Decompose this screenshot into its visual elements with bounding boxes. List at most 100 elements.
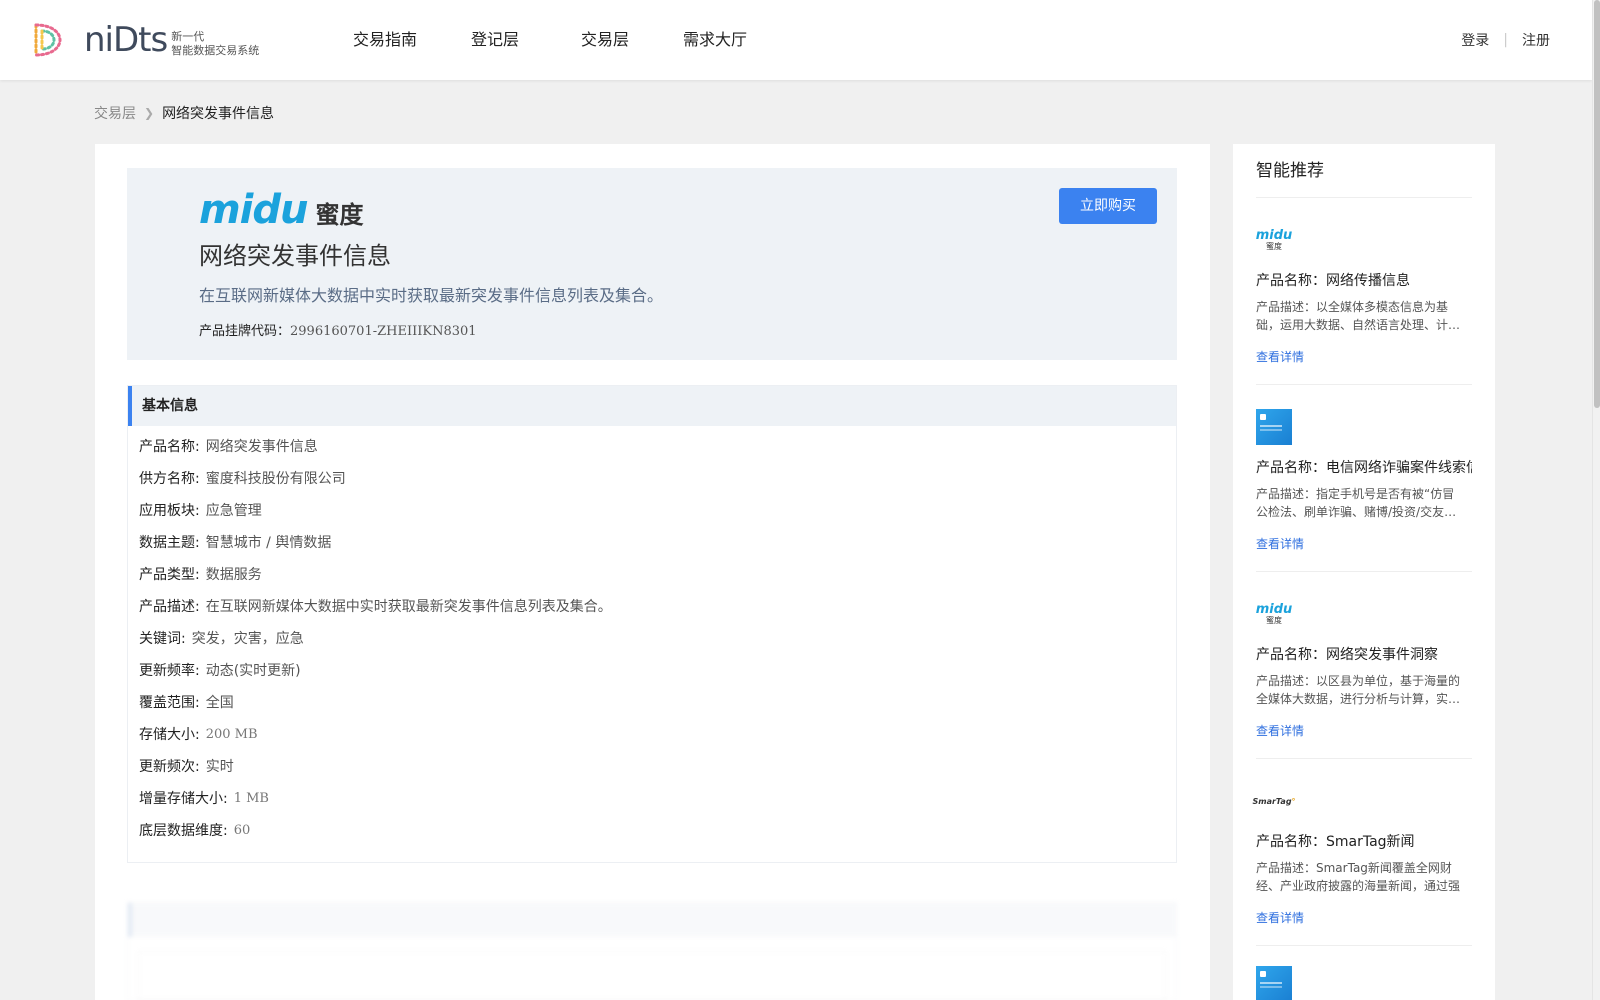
view-details-link[interactable]: 查看详情 bbox=[1256, 722, 1304, 739]
product-title: 网络突发事件信息 bbox=[199, 242, 391, 270]
info-value: 在互联网新媒体大数据中实时获取最新突发事件信息列表及集合。 bbox=[205, 599, 612, 615]
info-value: 数据服务 bbox=[205, 567, 262, 583]
info-key: 产品描述: bbox=[139, 599, 200, 615]
main-nav: 交易指南 登记层 交易层 需求大厅 bbox=[330, 0, 770, 80]
info-key: 供方名称: bbox=[139, 471, 200, 487]
info-row-application: 应用板块: 应急管理 bbox=[128, 500, 1176, 532]
basic-info-list: 产品名称: 网络突发事件信息 供方名称: 蜜度科技股份有限公司 应用板块: 应急管理 … bbox=[128, 426, 1176, 852]
recommendation-name: 产品名称：网络传播信息 bbox=[1256, 273, 1410, 289]
info-key: 产品类型: bbox=[139, 567, 200, 583]
product-detail-card: midu 蜜度 网络突发事件信息 在互联网新媒体大数据中实时获取最新突发事件信息… bbox=[95, 144, 1210, 1000]
auth-links: 登录 | 注册 bbox=[1461, 30, 1550, 50]
blue-thumbnail-icon bbox=[1256, 409, 1292, 445]
info-key: 数据主题: bbox=[139, 535, 200, 551]
nav-demand-hall[interactable]: 需求大厅 bbox=[660, 0, 770, 80]
smartag-logo-text: SmarTag° bbox=[1252, 796, 1296, 806]
blurred-section-heading bbox=[128, 903, 1176, 937]
info-key: 更新频次: bbox=[139, 759, 200, 775]
info-value: 网络突发事件信息 bbox=[205, 439, 318, 455]
provider-logo: midu 蜜度 bbox=[199, 190, 364, 230]
recommendation-item[interactable]: midu 蜜度 产品名称：网络突发事件洞察 产品描述：以区县为单位，基于海量的全… bbox=[1256, 572, 1472, 759]
blurred-section-body bbox=[138, 951, 1166, 1000]
view-details-link[interactable]: 查看详情 bbox=[1256, 909, 1304, 926]
product-hero: midu 蜜度 网络突发事件信息 在互联网新媒体大数据中实时获取最新突发事件信息… bbox=[127, 168, 1177, 360]
sidebar-title: 智能推荐 bbox=[1256, 144, 1472, 198]
info-row-incremental-size: 增量存储大小: 1 MB bbox=[128, 788, 1176, 820]
info-row-description: 产品描述: 在互联网新媒体大数据中实时获取最新突发事件信息列表及集合。 bbox=[128, 596, 1176, 628]
basic-info-heading: 基本信息 bbox=[128, 386, 1176, 426]
page-scrollbar[interactable] bbox=[1592, 0, 1600, 1000]
info-value: 1 MB bbox=[233, 791, 269, 806]
recommendation-sidebar: 智能推荐 midu 蜜度 产品名称：网络传播信息 产品描述：以全媒体多模态信息为… bbox=[1233, 144, 1495, 1000]
recommendation-description: 产品描述：以全媒体多模态信息为基础，运用大数据、自然语言处理、计… bbox=[1256, 300, 1461, 332]
midu-logo-icon: midu 蜜度 bbox=[1255, 596, 1293, 632]
listing-code-label: 产品挂牌代码： bbox=[199, 324, 291, 339]
info-value: 蜜度科技股份有限公司 bbox=[205, 471, 346, 487]
provider-logo-cn: 蜜度 bbox=[315, 201, 364, 229]
breadcrumb: 交易层 ❯ 网络突发事件信息 bbox=[94, 103, 274, 123]
info-value: 200 MB bbox=[205, 727, 258, 742]
auth-divider: | bbox=[1503, 32, 1508, 48]
recommendation-name: 产品名称：网络突发事件洞察 bbox=[1256, 647, 1438, 663]
register-link[interactable]: 注册 bbox=[1522, 30, 1550, 50]
mini-logo-wordmark: midu bbox=[1255, 601, 1293, 617]
logo-tagline-line-1: 新一代 bbox=[171, 30, 205, 43]
breadcrumb-trade-layer[interactable]: 交易层 bbox=[94, 103, 136, 123]
info-key: 产品名称: bbox=[139, 439, 200, 455]
nav-trade-guide[interactable]: 交易指南 bbox=[330, 0, 440, 80]
nidts-logo-icon bbox=[34, 23, 62, 57]
blue-thumbnail-icon bbox=[1256, 966, 1292, 1000]
buy-now-button[interactable]: 立即购买 bbox=[1059, 188, 1157, 224]
info-value: 实时 bbox=[205, 759, 234, 775]
info-value: 突发，灾害，应急 bbox=[191, 631, 304, 647]
scrollbar-thumb[interactable] bbox=[1594, 0, 1600, 408]
smartag-logo-icon: SmarTag° bbox=[1252, 783, 1295, 819]
info-row-type: 产品类型: 数据服务 bbox=[128, 564, 1176, 596]
recommendation-name: 产品名称：电信网络诈骗案件线索信 bbox=[1256, 460, 1472, 476]
info-value: 60 bbox=[233, 823, 251, 838]
recommendation-description: 产品描述：以区县为单位，基于海量的全媒体大数据，进行分析与计算，实… bbox=[1256, 674, 1461, 706]
recommendation-item[interactable]: midu 蜜度 产品名称：网络传播信息 产品描述：以全媒体多模态信息为基础，运用… bbox=[1256, 198, 1472, 385]
view-details-link[interactable]: 查看详情 bbox=[1256, 535, 1304, 552]
provider-logo-wordmark: midu bbox=[199, 187, 308, 233]
info-row-update-frequency: 更新频率: 动态(实时更新) bbox=[128, 660, 1176, 692]
recommendation-item[interactable]: 产品名称：电信网络诈骗案件线索信 产品描述：指定手机号是否有被“仿冒公检法、刷单… bbox=[1256, 385, 1472, 572]
midu-logo-icon: midu 蜜度 bbox=[1255, 222, 1293, 258]
info-row-supplier: 供方名称: 蜜度科技股份有限公司 bbox=[128, 468, 1176, 500]
info-row-update-interval: 更新频次: 实时 bbox=[128, 756, 1176, 788]
recommendation-item-partial[interactable] bbox=[1256, 946, 1472, 1000]
info-row-storage-size: 存储大小: 200 MB bbox=[128, 724, 1176, 756]
nav-registry-layer[interactable]: 登记层 bbox=[440, 0, 550, 80]
site-logo[interactable]: niDts 新一代 智能数据交易系统 bbox=[28, 18, 259, 62]
info-key: 存储大小: bbox=[139, 727, 200, 743]
top-navbar: niDts 新一代 智能数据交易系统 交易指南 登记层 交易层 需求大厅 登录 … bbox=[0, 0, 1592, 80]
nav-trade-layer[interactable]: 交易层 bbox=[550, 0, 660, 80]
recommendation-item[interactable]: SmarTag° 产品名称：SmarTag新闻 产品描述：SmarTag新闻覆盖… bbox=[1252, 759, 1472, 946]
product-description: 在互联网新媒体大数据中实时获取最新突发事件信息列表及集合。 bbox=[199, 286, 664, 305]
logo-tagline-line-2: 智能数据交易系统 bbox=[171, 44, 260, 57]
login-link[interactable]: 登录 bbox=[1461, 30, 1489, 50]
info-row-dimensions: 底层数据维度: 60 bbox=[128, 820, 1176, 852]
thumbnail-image bbox=[1256, 409, 1292, 445]
recommendation-name: 产品名称：SmarTag新闻 bbox=[1256, 834, 1415, 850]
recommendation-description: 产品描述：SmarTag新闻覆盖全网财经、产业政府披露的海量新闻，通过强大… bbox=[1256, 861, 1461, 893]
info-value: 应急管理 bbox=[205, 503, 262, 519]
view-details-link[interactable]: 查看详情 bbox=[1256, 348, 1304, 365]
recommendation-description: 产品描述：指定手机号是否有被“仿冒公检法、刷单诈骗、赌博/投资/交友… bbox=[1256, 487, 1457, 519]
info-value: 动态(实时更新) bbox=[205, 663, 301, 679]
info-key: 更新频率: bbox=[139, 663, 200, 679]
info-value: 智慧城市 / 舆情数据 bbox=[205, 535, 332, 551]
basic-info-section: 基本信息 产品名称: 网络突发事件信息 供方名称: 蜜度科技股份有限公司 应用板块:… bbox=[127, 385, 1177, 863]
chevron-right-icon: ❯ bbox=[144, 106, 155, 120]
blurred-section-placeholder bbox=[127, 902, 1177, 1000]
info-key: 底层数据维度: bbox=[139, 823, 228, 839]
mini-logo-wordmark: midu bbox=[1255, 227, 1293, 243]
mini-logo-cn: 蜜度 bbox=[1266, 241, 1282, 251]
info-key: 关键词: bbox=[139, 631, 186, 647]
info-key: 覆盖范围: bbox=[139, 695, 200, 711]
info-row-coverage: 覆盖范围: 全国 bbox=[128, 692, 1176, 724]
info-value: 全国 bbox=[205, 695, 234, 711]
breadcrumb-current: 网络突发事件信息 bbox=[162, 106, 275, 122]
product-listing-code: 产品挂牌代码：2996160701-ZHEIIIKN8301 bbox=[199, 320, 477, 339]
logo-wordmark: niDts bbox=[84, 20, 168, 60]
